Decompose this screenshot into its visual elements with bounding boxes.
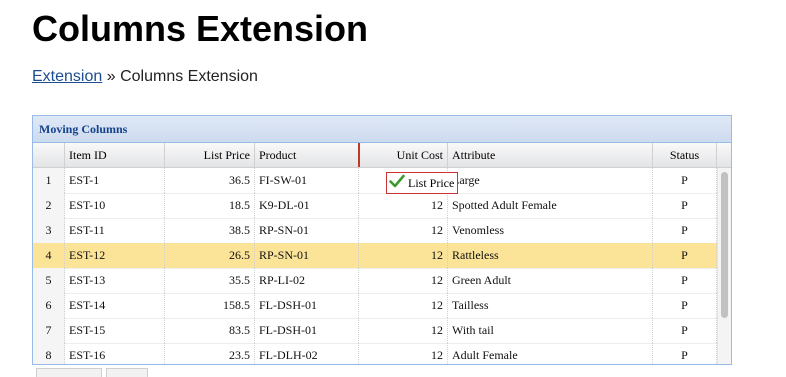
cell-item-id[interactable]: EST-15 xyxy=(65,318,165,343)
cell-attribute[interactable]: Adult Female xyxy=(448,343,653,364)
table-row[interactable]: 2 EST-10 18.5 K9-DL-01 12 Spotted Adult … xyxy=(33,193,717,219)
cell-attribute[interactable]: Large xyxy=(448,168,653,193)
cell-unit-cost[interactable]: 12 xyxy=(359,243,448,268)
drag-proxy-label: List Price xyxy=(408,175,455,190)
moving-columns-grid: Moving Columns Item ID List Price Produc… xyxy=(32,115,732,365)
cell-product[interactable]: FI-SW-01 xyxy=(255,168,359,193)
cell-attribute[interactable]: Green Adult xyxy=(448,268,653,293)
cell-item-id[interactable]: EST-1 xyxy=(65,168,165,193)
column-drop-marker xyxy=(358,143,360,167)
cell-item-id[interactable]: EST-14 xyxy=(65,293,165,318)
column-header-attribute[interactable]: Attribute xyxy=(448,143,653,167)
table-row[interactable]: 7 EST-15 83.5 FL-DSH-01 12 With tail P xyxy=(33,318,717,344)
table-row[interactable]: 8 EST-16 23.5 FL-DLH-02 12 Adult Female … xyxy=(33,343,717,364)
cell-status[interactable]: P xyxy=(653,168,717,193)
cell-status[interactable]: P xyxy=(653,268,717,293)
cell-list-price[interactable]: 23.5 xyxy=(165,343,255,364)
row-number: 4 xyxy=(33,243,65,268)
bottom-control-stub xyxy=(36,368,102,377)
row-number: 7 xyxy=(33,318,65,343)
cell-attribute[interactable]: With tail xyxy=(448,318,653,343)
row-number: 3 xyxy=(33,218,65,243)
row-number: 5 xyxy=(33,268,65,293)
cell-product[interactable]: K9-DL-01 xyxy=(255,193,359,218)
cell-product[interactable]: FL-DSH-01 xyxy=(255,318,359,343)
cell-item-id[interactable]: EST-13 xyxy=(65,268,165,293)
grid-header: Item ID List Price Product Unit Cost Att… xyxy=(33,143,731,168)
cell-product[interactable]: RP-SN-01 xyxy=(255,218,359,243)
check-icon xyxy=(389,174,405,192)
scrollbar-thumb[interactable] xyxy=(721,172,728,318)
breadcrumb-separator: » xyxy=(106,68,116,85)
cell-status[interactable]: P xyxy=(653,318,717,343)
cell-status[interactable]: P xyxy=(653,243,717,268)
cell-product[interactable]: FL-DLH-02 xyxy=(255,343,359,364)
column-header-item-id[interactable]: Item ID xyxy=(65,143,165,167)
table-row[interactable]: 1 EST-1 36.5 FI-SW-01 Large P xyxy=(33,168,717,194)
cell-list-price[interactable]: 35.5 xyxy=(165,268,255,293)
cell-attribute[interactable]: Spotted Adult Female xyxy=(448,193,653,218)
cell-list-price[interactable]: 158.5 xyxy=(165,293,255,318)
grid-body: 1 EST-1 36.5 FI-SW-01 Large P 2 EST-10 1… xyxy=(33,168,717,364)
page-title: Columns Extension xyxy=(32,8,369,49)
cell-list-price[interactable]: 83.5 xyxy=(165,318,255,343)
cell-attribute[interactable]: Venomless xyxy=(448,218,653,243)
cell-unit-cost[interactable]: 12 xyxy=(359,343,448,364)
column-drag-proxy[interactable]: List Price xyxy=(386,172,459,194)
cell-unit-cost[interactable]: 12 xyxy=(359,268,448,293)
cell-status[interactable]: P xyxy=(653,193,717,218)
table-row[interactable]: 5 EST-13 35.5 RP-LI-02 12 Green Adult P xyxy=(33,268,717,294)
grid-title: Moving Columns xyxy=(33,116,731,143)
cell-attribute[interactable]: Tailless xyxy=(448,293,653,318)
table-row[interactable]: 3 EST-11 38.5 RP-SN-01 12 Venomless P xyxy=(33,218,717,244)
row-number: 2 xyxy=(33,193,65,218)
cell-attribute[interactable]: Rattleless xyxy=(448,243,653,268)
cell-list-price[interactable]: 36.5 xyxy=(165,168,255,193)
cell-product[interactable]: RP-SN-01 xyxy=(255,243,359,268)
column-header-list-price[interactable]: List Price xyxy=(165,143,255,167)
cell-status[interactable]: P xyxy=(653,293,717,318)
cell-status[interactable]: P xyxy=(653,343,717,364)
row-number: 6 xyxy=(33,293,65,318)
cell-status[interactable]: P xyxy=(653,218,717,243)
table-row-selected[interactable]: 4 EST-12 26.5 RP-SN-01 12 Rattleless P xyxy=(33,243,717,269)
cell-unit-cost[interactable]: 12 xyxy=(359,293,448,318)
table-row[interactable]: 6 EST-14 158.5 FL-DSH-01 12 Tailless P xyxy=(33,293,717,319)
cell-item-id[interactable]: EST-10 xyxy=(65,193,165,218)
column-header-unit-cost[interactable]: Unit Cost xyxy=(359,143,448,167)
cell-list-price[interactable]: 18.5 xyxy=(165,193,255,218)
cell-unit-cost[interactable]: 12 xyxy=(359,218,448,243)
cell-list-price[interactable]: 26.5 xyxy=(165,243,255,268)
cell-item-id[interactable]: EST-11 xyxy=(65,218,165,243)
vertical-scrollbar[interactable] xyxy=(717,168,731,364)
column-header-rownum xyxy=(33,143,65,167)
cell-list-price[interactable]: 38.5 xyxy=(165,218,255,243)
cell-unit-cost[interactable]: 12 xyxy=(359,318,448,343)
cell-unit-cost[interactable]: 12 xyxy=(359,193,448,218)
cell-item-id[interactable]: EST-16 xyxy=(65,343,165,364)
cell-product[interactable]: RP-LI-02 xyxy=(255,268,359,293)
cell-item-id[interactable]: EST-12 xyxy=(65,243,165,268)
breadcrumb-link-extension[interactable]: Extension xyxy=(32,68,102,85)
cell-product[interactable]: FL-DSH-01 xyxy=(255,293,359,318)
breadcrumb-current: Columns Extension xyxy=(120,68,258,85)
breadcrumb: Extension » Columns Extension xyxy=(32,68,258,86)
column-header-status[interactable]: Status xyxy=(653,143,717,167)
row-number: 1 xyxy=(33,168,65,193)
bottom-control-stub xyxy=(106,368,148,377)
row-number: 8 xyxy=(33,343,65,364)
column-header-product[interactable]: Product xyxy=(255,143,359,167)
